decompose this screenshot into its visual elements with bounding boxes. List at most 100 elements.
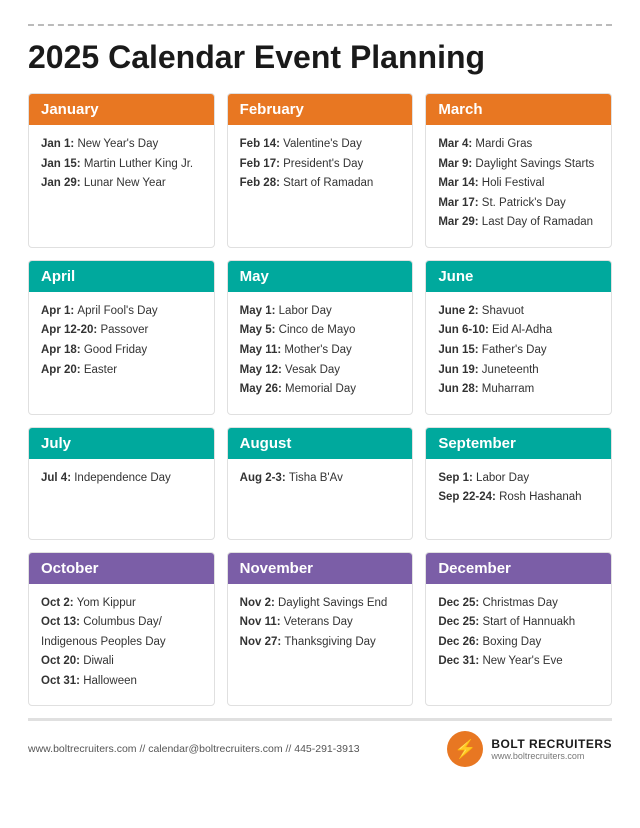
event-desc: Muharram (482, 383, 534, 395)
event-date: Jun 28: (438, 383, 481, 395)
month-body: Oct 2: Yom Kippur Oct 13: Columbus Day/ I… (29, 584, 214, 706)
month-card-april: AprilApr 1: April Fool's DayApr 12-20: P… (28, 260, 215, 415)
event-desc: Lunar New Year (84, 177, 166, 189)
event-line: Nov 11: Veterans Day (240, 613, 401, 633)
event-desc: Thanksgiving Day (284, 636, 375, 648)
event-line: Mar 14: Holi Festival (438, 174, 599, 194)
event-line: Jul 4: Independence Day (41, 469, 202, 489)
event-line: Dec 31: New Year's Eve (438, 652, 599, 672)
top-border (28, 24, 612, 26)
month-card-september: SeptemberSep 1: Labor DaySep 22-24: Rosh… (425, 427, 612, 540)
event-date: Nov 27: (240, 636, 285, 648)
event-line: Feb 14: Valentine's Day (240, 135, 401, 155)
event-line: Jun 19: Juneteenth (438, 361, 599, 381)
event-date: Sep 1: (438, 472, 476, 484)
event-line: Feb 17: President's Day (240, 155, 401, 175)
event-line: Sep 22-24: Rosh Hashanah (438, 488, 599, 508)
event-desc: Mardi Gras (475, 138, 532, 150)
event-line: Mar 17: St. Patrick's Day (438, 194, 599, 214)
event-desc: Good Friday (84, 344, 147, 356)
event-date: Feb 28: (240, 177, 283, 189)
event-desc: Easter (84, 364, 117, 376)
month-header: October (29, 553, 214, 584)
event-line: Dec 25: Christmas Day (438, 594, 599, 614)
event-desc: Holi Festival (482, 177, 545, 189)
month-header: February (228, 94, 413, 125)
event-line: May 12: Vesak Day (240, 361, 401, 381)
event-date: Mar 14: (438, 177, 481, 189)
month-body: Sep 1: Labor DaySep 22-24: Rosh Hashanah (426, 459, 611, 539)
event-desc: Valentine's Day (283, 138, 362, 150)
month-body: May 1: Labor DayMay 5: Cinco de MayoMay … (228, 292, 413, 414)
month-header: September (426, 428, 611, 459)
event-desc: Veterans Day (284, 616, 353, 628)
event-desc: President's Day (283, 158, 363, 170)
event-line: Oct 13: Columbus Day/ Indigenous Peoples… (41, 613, 202, 652)
month-card-august: AugustAug 2-3: Tisha B'Av (227, 427, 414, 540)
event-line: May 5: Cinco de Mayo (240, 321, 401, 341)
logo-text-block: BOLT RECRUITERS www.boltrecruiters.com (491, 737, 612, 762)
month-card-march: MarchMar 4: Mardi GrasMar 9: Daylight Sa… (425, 93, 612, 248)
event-line: Aug 2-3: Tisha B'Av (240, 469, 401, 489)
event-desc: Halloween (83, 675, 137, 687)
event-line: Dec 26: Boxing Day (438, 633, 599, 653)
event-date: Oct 13: (41, 616, 83, 628)
event-date: Oct 2: (41, 597, 77, 609)
month-header: April (29, 261, 214, 292)
event-desc: Start of Ramadan (283, 177, 373, 189)
month-header: March (426, 94, 611, 125)
event-desc: Mother's Day (284, 344, 351, 356)
event-desc: Martin Luther King Jr. (84, 158, 193, 170)
month-body: Nov 2: Daylight Savings EndNov 11: Veter… (228, 584, 413, 667)
event-line: Dec 25: Start of Hannuakh (438, 613, 599, 633)
event-desc: Boxing Day (482, 636, 541, 648)
event-desc: Last Day of Ramadan (482, 216, 593, 228)
event-desc: Cinco de Mayo (279, 324, 356, 336)
month-header: June (426, 261, 611, 292)
event-desc: Yom Kippur (77, 597, 136, 609)
event-date: Apr 20: (41, 364, 84, 376)
event-desc: Passover (100, 324, 148, 336)
month-card-may: MayMay 1: Labor DayMay 5: Cinco de MayoM… (227, 260, 414, 415)
month-card-december: DecemberDec 25: Christmas DayDec 25: Sta… (425, 552, 612, 707)
event-line: Oct 31: Halloween (41, 672, 202, 692)
footer: www.boltrecruiters.com // calendar@boltr… (28, 718, 612, 767)
page-title: 2025 Calendar Event Planning (28, 40, 612, 75)
event-date: Dec 26: (438, 636, 482, 648)
event-desc: Eid Al-Adha (492, 324, 552, 336)
event-date: May 12: (240, 364, 285, 376)
event-date: Jun 19: (438, 364, 481, 376)
event-date: Sep 22-24: (438, 491, 499, 503)
logo-name: BOLT RECRUITERS (491, 737, 612, 751)
event-desc: Start of Hannuakh (482, 616, 575, 628)
calendar-grid: JanuaryJan 1: New Year's DayJan 15: Mart… (28, 93, 612, 706)
page: 2025 Calendar Event Planning JanuaryJan … (0, 0, 640, 783)
event-date: Jun 6-10: (438, 324, 492, 336)
event-line: Mar 9: Daylight Savings Starts (438, 155, 599, 175)
event-date: Oct 31: (41, 675, 83, 687)
event-line: Jun 15: Father's Day (438, 341, 599, 361)
event-date: Aug 2-3: (240, 472, 289, 484)
month-body: Jan 1: New Year's DayJan 15: Martin Luth… (29, 125, 214, 208)
event-date: Apr 1: (41, 305, 77, 317)
event-date: Oct 20: (41, 655, 83, 667)
month-header: November (228, 553, 413, 584)
month-body: Dec 25: Christmas DayDec 25: Start of Ha… (426, 584, 611, 686)
month-card-july: JulyJul 4: Independence Day (28, 427, 215, 540)
event-desc: Father's Day (482, 344, 547, 356)
event-date: Jun 15: (438, 344, 481, 356)
footer-contact: www.boltrecruiters.com // calendar@boltr… (28, 743, 360, 755)
event-date: Dec 31: (438, 655, 482, 667)
event-date: Jan 29: (41, 177, 84, 189)
event-date: Feb 14: (240, 138, 283, 150)
month-card-june: June June 2: Shavuot Jun 6-10: Eid Al-Adha… (425, 260, 612, 415)
month-header: May (228, 261, 413, 292)
event-date: Jul 4: (41, 472, 74, 484)
event-desc: Shavuot (482, 305, 524, 317)
event-line: Jun 28: Muharram (438, 380, 599, 400)
event-line: June 2: Shavuot (438, 302, 599, 322)
event-desc: Memorial Day (285, 383, 356, 395)
event-date: May 1: (240, 305, 279, 317)
month-body: Apr 1: April Fool's DayApr 12-20: Passov… (29, 292, 214, 394)
month-body: Jul 4: Independence Day (29, 459, 214, 539)
